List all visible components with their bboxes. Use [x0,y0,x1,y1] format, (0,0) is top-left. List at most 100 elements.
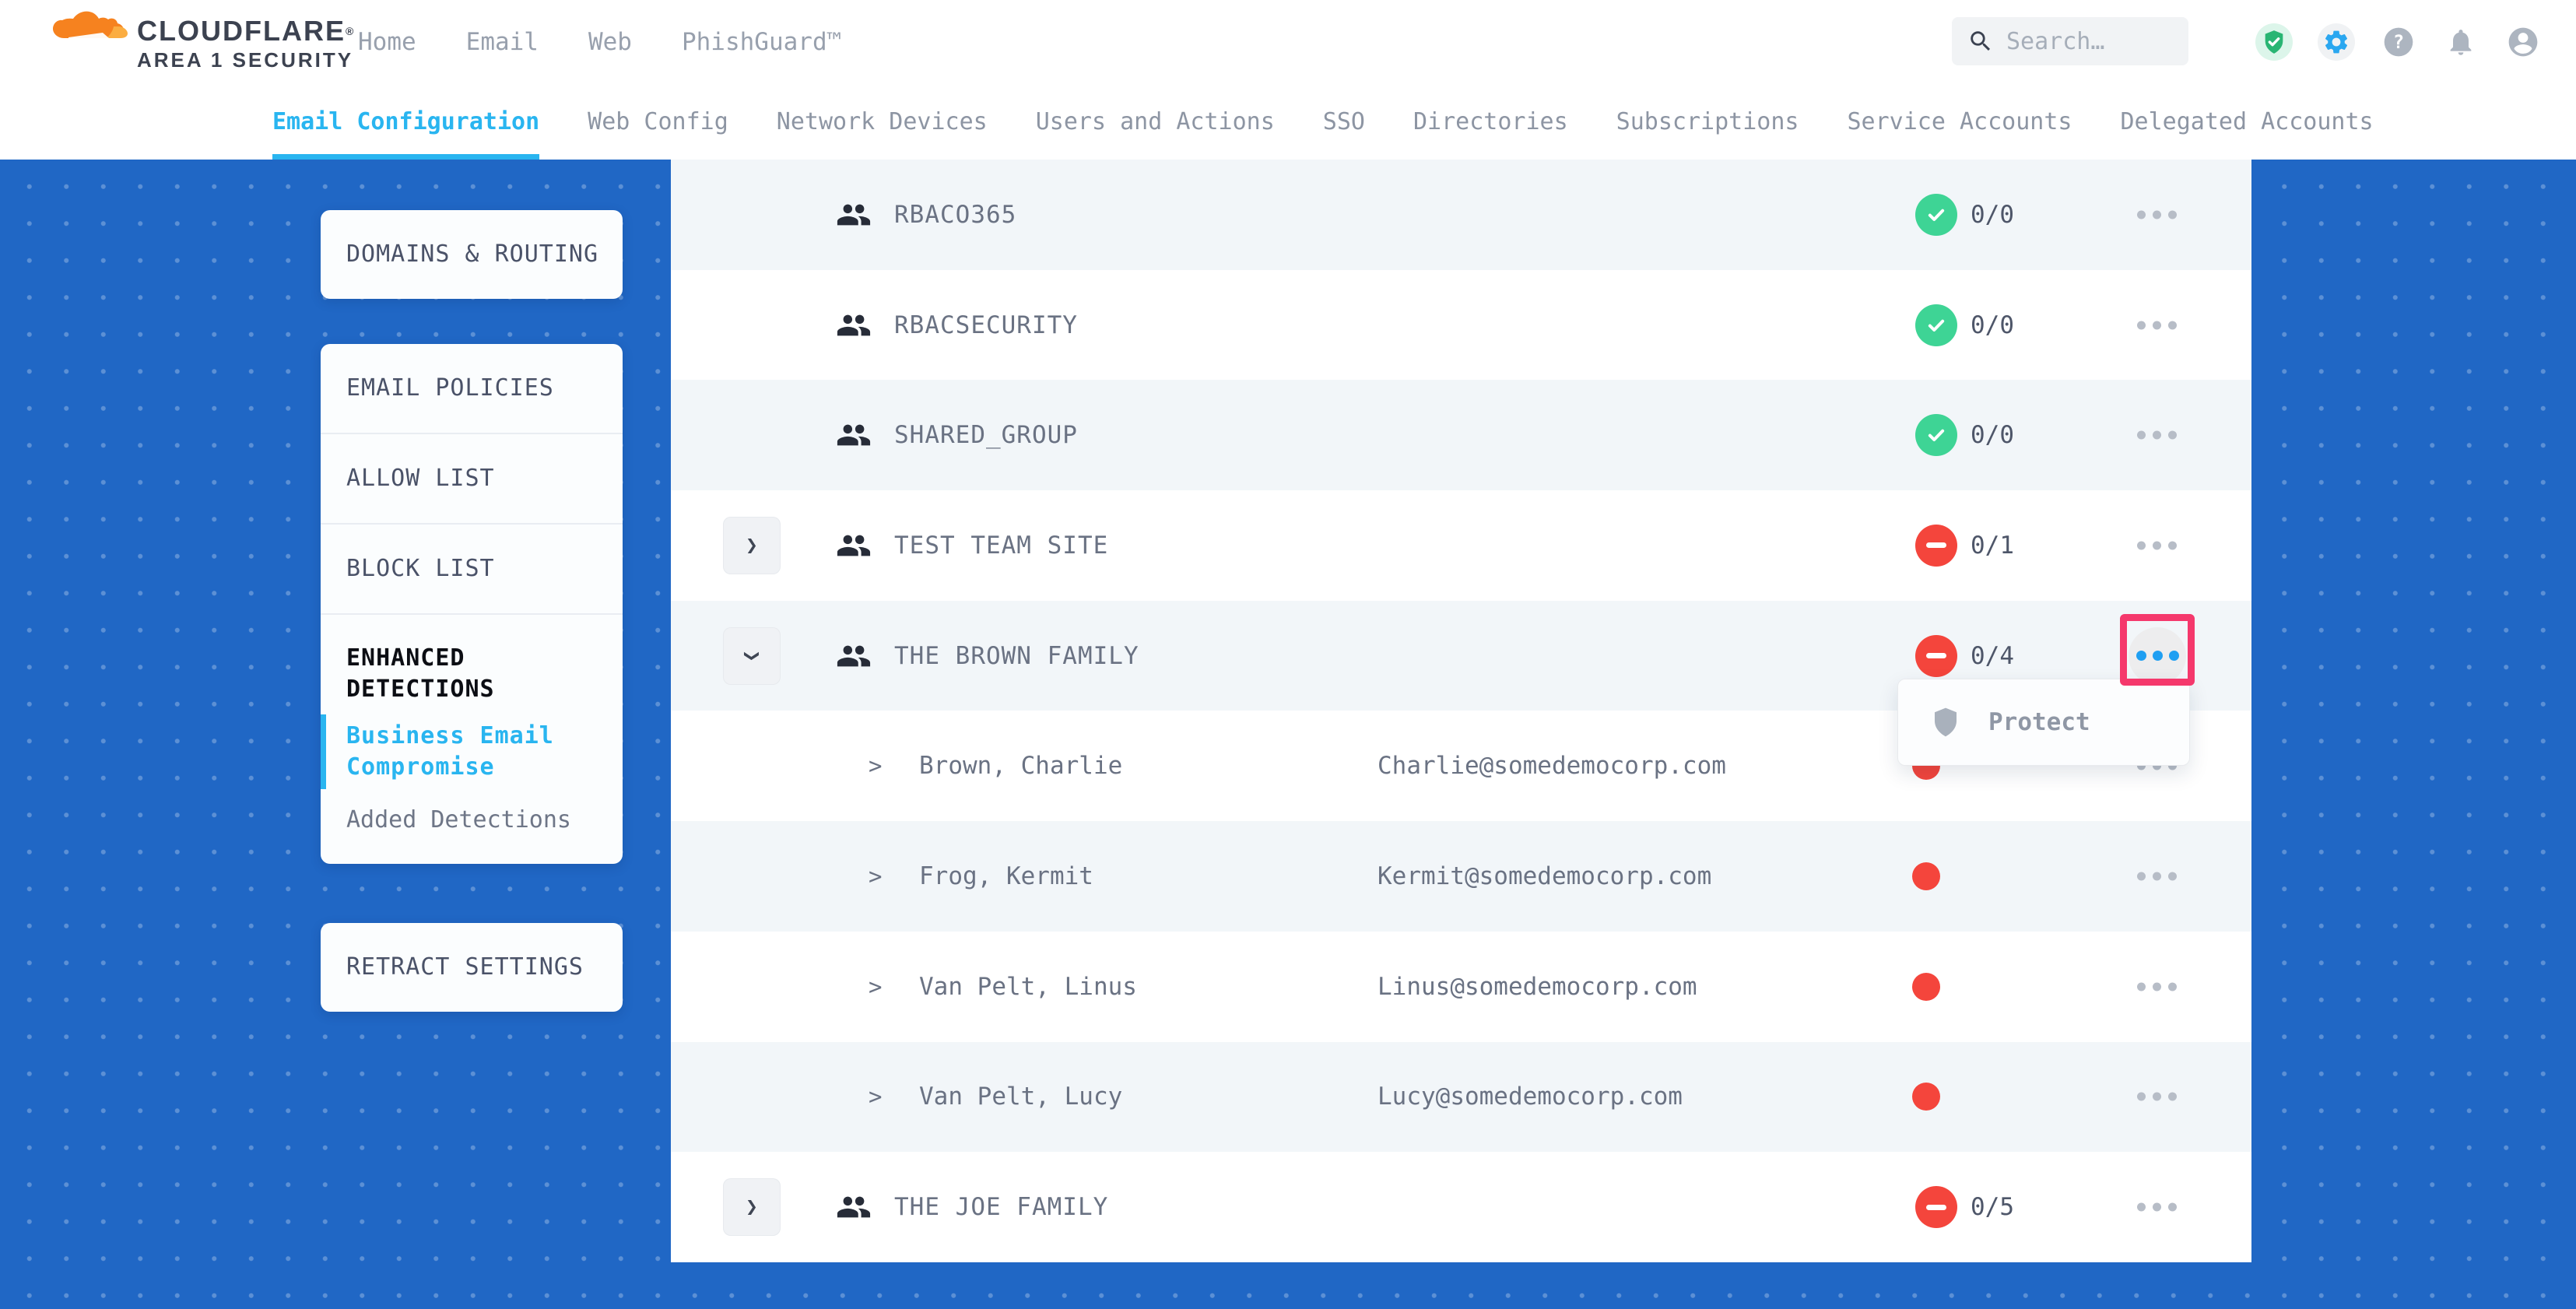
sidebar-item-email-policies[interactable]: EMAIL POLICIES [321,344,623,433]
top-nav-email[interactable]: Email [466,28,539,56]
expand-button[interactable]: ❯ [723,517,781,574]
account-user-icon[interactable] [2504,23,2542,61]
row-actions-menu-button[interactable] [2137,1203,2177,1212]
ellipsis-dot [2153,321,2161,329]
brand-logo[interactable]: CLOUDFLARE® AREA 1 SECURITY [50,5,355,72]
ellipsis-dot [2168,1203,2177,1212]
protection-shield-icon[interactable] [2255,23,2293,61]
context-menu-item-protect[interactable]: Protect [1898,704,2189,740]
protected-count: 0/0 [1971,311,2014,339]
protected-count: 0/0 [1971,421,2014,449]
group-name: TEST TEAM SITE [894,532,1108,560]
sidebar-item-domains-routing[interactable]: DOMAINS & ROUTING [321,210,623,299]
svg-text:?: ? [2393,31,2404,53]
chevron-right-icon[interactable]: > [869,1083,882,1110]
tab-directories[interactable]: Directories [1413,83,1568,160]
sidebar-item-allow-list[interactable]: ALLOW LIST [321,434,623,523]
member-name: Van Pelt, Lucy [919,1083,1122,1111]
ellipsis-dot [2137,210,2146,219]
ellipsis-dot [2137,872,2146,880]
ellipsis-dot [2137,321,2146,329]
minus-glyph [1926,1205,1946,1210]
help-icon[interactable]: ? [2380,23,2417,61]
ellipsis-dot [2168,541,2177,549]
tab-users-and-actions[interactable]: Users and Actions [1036,83,1275,160]
row-actions-menu-button[interactable] [2137,541,2177,549]
status-minus-badge [1915,1186,1957,1228]
group-icon [836,417,872,453]
sidebar-item-added-detections[interactable]: Added Detections [321,794,623,864]
tab-network-devices[interactable]: Network Devices [777,83,988,160]
brand-text: CLOUDFLARE® AREA 1 SECURITY [137,5,355,72]
tab-web-config[interactable]: Web Config [588,83,728,160]
tab-service-accounts[interactable]: Service Accounts [1847,83,2072,160]
tab-email-configuration[interactable]: Email Configuration [272,83,539,160]
row-actions-menu-button[interactable] [2137,321,2177,329]
ellipsis-dot [2153,431,2161,440]
status-check-badge [1915,414,1957,456]
sidebar-card-1: EMAIL POLICIESALLOW LISTBLOCK LISTENHANC… [321,344,623,864]
table-row-shared-group[interactable]: SHARED_GROUP 0/0 [671,380,2251,490]
member-email: Charlie@somedemocorp.com [1377,752,1726,780]
search-icon [1967,28,1994,54]
sidebar-item-retract-settings[interactable]: RETRACT SETTINGS [321,923,623,1012]
tab-subscriptions[interactable]: Subscriptions [1616,83,1799,160]
ellipsis-dot [2153,1093,2161,1101]
tab-delegated-accounts[interactable]: Delegated Accounts [2120,83,2373,160]
brand-subtitle: AREA 1 SECURITY [137,48,355,72]
top-nav-phishguard[interactable]: PhishGuard™ [682,28,841,56]
ellipsis-dot [2168,210,2177,219]
context-menu-item-label: Protect [1988,708,2090,736]
member-email: Linus@somedemocorp.com [1377,973,1697,1001]
top-nav: Home Email Web PhishGuard™ [358,0,841,83]
ellipsis-dot [2168,872,2177,880]
settings-gear-icon[interactable] [2318,23,2355,61]
table-row-test-team-site[interactable]: ❯ TEST TEAM SITE 0/1 [671,490,2251,601]
top-nav-home[interactable]: Home [358,28,416,56]
table-row-rbaco365[interactable]: RBACO3650/0 [671,160,2251,270]
status-check-badge [1915,194,1957,236]
group-icon [836,638,872,674]
row-actions-menu-button[interactable] [2137,210,2177,219]
row-actions-menu-button[interactable] [2137,982,2177,991]
sidebar-item-business-email-compromise[interactable]: Business Email Compromise [321,710,623,794]
chevron-right-icon: ❯ [746,535,758,556]
sidebar-item-block-list[interactable]: BLOCK LIST [321,525,623,613]
ellipsis-dot [2137,541,2146,549]
expand-button[interactable]: ❯ [723,1178,781,1236]
member-email: Kermit@somedemocorp.com [1377,862,1711,890]
top-nav-web[interactable]: Web [588,28,632,56]
table-row-van-pelt-lucy[interactable]: >Van Pelt, LucyLucy@somedemocorp.com [671,1042,2251,1153]
group-icon [836,1189,872,1225]
top-bar: CLOUDFLARE® AREA 1 SECURITY Home Email Web… [0,0,2576,83]
group-name: RBACSECURITY [894,311,1078,339]
header-icon-row: ? [2255,0,2542,83]
chevron-right-icon[interactable]: > [869,753,882,779]
group-name: SHARED_GROUP [894,421,1078,449]
ellipsis-dot [2168,1093,2177,1101]
sidebar-item-enhanced-detections[interactable]: ENHANCED DETECTIONS [321,615,623,710]
status-dot-unprotected [1912,1083,1940,1111]
protected-count: 0/0 [1971,201,2014,229]
member-name: Van Pelt, Linus [919,973,1137,1001]
search-box[interactable]: Search… [1952,17,2188,65]
chevron-right-icon[interactable]: > [869,974,882,1000]
chevron-right-icon[interactable]: > [869,863,882,890]
row-actions-menu-button[interactable] [2137,1093,2177,1101]
protected-count: 0/4 [1971,642,2014,670]
tab-sso[interactable]: SSO [1323,83,1365,160]
chevron-right-icon: ❯ [746,1197,758,1217]
notifications-bell-icon[interactable] [2442,23,2479,61]
table-row-van-pelt-linus[interactable]: > Van Pelt, Linus Linus@somedemocorp.com [671,932,2251,1042]
minus-glyph [1926,542,1946,548]
protected-count: 0/1 [1971,532,2014,560]
row-actions-menu-button[interactable] [2137,431,2177,440]
status-dot-unprotected [1912,973,1940,1001]
ellipsis-dot [2168,321,2177,329]
table-row-frog-kermit[interactable]: >Frog, KermitKermit@somedemocorp.com [671,821,2251,932]
row-actions-menu-button[interactable] [2137,872,2177,880]
table-row-rbacsecurity[interactable]: RBACSECURITY 0/0 [671,270,2251,381]
table-row-the-joe-family[interactable]: ❯THE JOE FAMILY0/5 [671,1152,2251,1262]
ellipsis-dot [2153,872,2161,880]
collapse-button[interactable]: ❯ [723,627,781,685]
